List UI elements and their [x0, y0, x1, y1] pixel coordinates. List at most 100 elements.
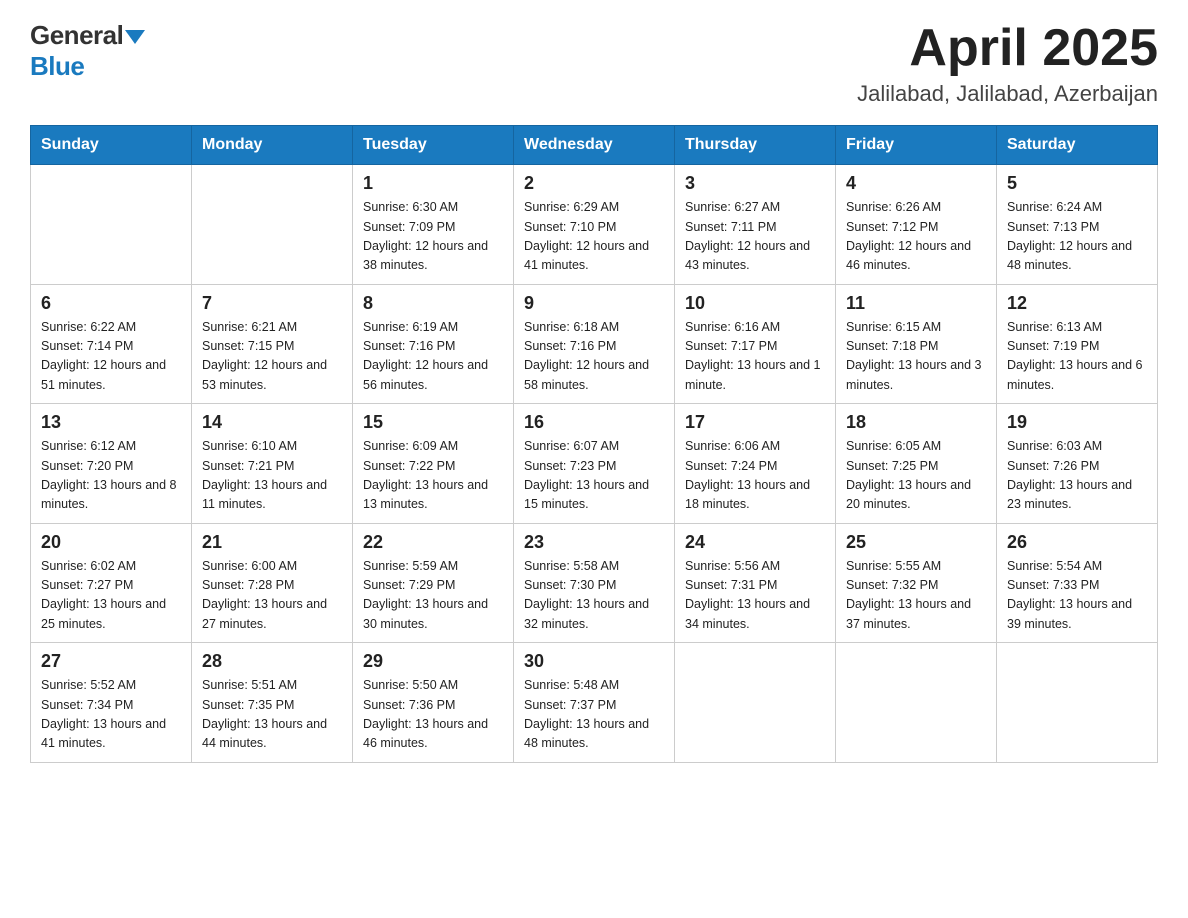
table-row: 4 Sunrise: 6:26 AMSunset: 7:12 PMDaylight… — [836, 165, 997, 285]
day-number: 4 — [846, 173, 986, 194]
day-number: 29 — [363, 651, 503, 672]
table-row: 22 Sunrise: 5:59 AMSunset: 7:29 PMDayligh… — [353, 523, 514, 643]
day-number: 12 — [1007, 293, 1147, 314]
day-number: 17 — [685, 412, 825, 433]
table-row: 23 Sunrise: 5:58 AMSunset: 7:30 PMDayligh… — [514, 523, 675, 643]
col-wednesday: Wednesday — [514, 126, 675, 165]
day-number: 21 — [202, 532, 342, 553]
calendar-week-row: 1Sunrise: 6:30 AMSunset: 7:09 PMDaylight… — [31, 165, 1158, 285]
day-info: Sunrise: 5:58 AMSunset: 7:30 PMDaylight:… — [524, 557, 664, 635]
table-row: 27 Sunrise: 5:52 AMSunset: 7:34 PMDayligh… — [31, 643, 192, 763]
day-info: Sunrise: 6:00 AMSunset: 7:28 PMDaylight:… — [202, 557, 342, 635]
day-number: 11 — [846, 293, 986, 314]
day-info: Sunrise: 5:54 AMSunset: 7:33 PMDaylight:… — [1007, 557, 1147, 635]
day-number: 16 — [524, 412, 664, 433]
table-row: 19 Sunrise: 6:03 AMSunset: 7:26 PMDayligh… — [997, 404, 1158, 524]
table-row: 20 Sunrise: 6:02 AMSunset: 7:27 PMDayligh… — [31, 523, 192, 643]
table-row — [31, 165, 192, 285]
table-row: 24 Sunrise: 5:56 AMSunset: 7:31 PMDayligh… — [675, 523, 836, 643]
day-number: 20 — [41, 532, 181, 553]
day-number: 10 — [685, 293, 825, 314]
page-header: General Blue April 2025 Jalilabad, Jalil… — [30, 20, 1158, 107]
table-row: 28Sunrise: 5:51 AMSunset: 7:35 PMDayligh… — [192, 643, 353, 763]
day-number: 8 — [363, 293, 503, 314]
day-info: Sunrise: 6:30 AMSunset: 7:09 PMDaylight:… — [363, 198, 503, 276]
calendar-header-row: Sunday Monday Tuesday Wednesday Thursday… — [31, 126, 1158, 165]
col-friday: Friday — [836, 126, 997, 165]
day-info: Sunrise: 6:22 AMSunset: 7:14 PMDaylight:… — [41, 318, 181, 396]
day-number: 27 — [41, 651, 181, 672]
table-row: 16 Sunrise: 6:07 AMSunset: 7:23 PMDayligh… — [514, 404, 675, 524]
table-row: 14Sunrise: 6:10 AMSunset: 7:21 PMDayligh… — [192, 404, 353, 524]
col-tuesday: Tuesday — [353, 126, 514, 165]
day-info: Sunrise: 5:50 AMSunset: 7:36 PMDaylight:… — [363, 676, 503, 754]
title-block: April 2025 Jalilabad, Jalilabad, Azerbai… — [857, 20, 1158, 107]
day-number: 25 — [846, 532, 986, 553]
table-row: 21 Sunrise: 6:00 AMSunset: 7:28 PMDayligh… — [192, 523, 353, 643]
day-info: Sunrise: 6:21 AMSunset: 7:15 PMDaylight:… — [202, 318, 342, 396]
day-info: Sunrise: 6:07 AMSunset: 7:23 PMDaylight:… — [524, 437, 664, 515]
day-info: Sunrise: 5:59 AMSunset: 7:29 PMDaylight:… — [363, 557, 503, 635]
day-info: Sunrise: 6:09 AMSunset: 7:22 PMDaylight:… — [363, 437, 503, 515]
day-info: Sunrise: 6:03 AMSunset: 7:26 PMDaylight:… — [1007, 437, 1147, 515]
day-number: 15 — [363, 412, 503, 433]
day-info: Sunrise: 6:15 AMSunset: 7:18 PMDaylight:… — [846, 318, 986, 396]
table-row — [997, 643, 1158, 763]
table-row: 6 Sunrise: 6:22 AMSunset: 7:14 PMDaylight… — [31, 284, 192, 404]
day-info: Sunrise: 6:27 AMSunset: 7:11 PMDaylight:… — [685, 198, 825, 276]
table-row: 5Sunrise: 6:24 AMSunset: 7:13 PMDaylight… — [997, 165, 1158, 285]
table-row: 11 Sunrise: 6:15 AMSunset: 7:18 PMDayligh… — [836, 284, 997, 404]
table-row: 18Sunrise: 6:05 AMSunset: 7:25 PMDayligh… — [836, 404, 997, 524]
table-row: 17 Sunrise: 6:06 AMSunset: 7:24 PMDayligh… — [675, 404, 836, 524]
calendar-table: Sunday Monday Tuesday Wednesday Thursday… — [30, 125, 1158, 763]
day-info: Sunrise: 6:02 AMSunset: 7:27 PMDaylight:… — [41, 557, 181, 635]
day-number: 28 — [202, 651, 342, 672]
day-number: 22 — [363, 532, 503, 553]
day-number: 24 — [685, 532, 825, 553]
day-number: 3 — [685, 173, 825, 194]
day-number: 26 — [1007, 532, 1147, 553]
day-number: 18 — [846, 412, 986, 433]
day-number: 6 — [41, 293, 181, 314]
day-info: Sunrise: 6:24 AMSunset: 7:13 PMDaylight:… — [1007, 198, 1147, 276]
day-info: Sunrise: 6:06 AMSunset: 7:24 PMDaylight:… — [685, 437, 825, 515]
day-info: Sunrise: 6:26 AMSunset: 7:12 PMDaylight:… — [846, 198, 986, 276]
table-row: 13Sunrise: 6:12 AMSunset: 7:20 PMDayligh… — [31, 404, 192, 524]
day-number: 14 — [202, 412, 342, 433]
day-info: Sunrise: 6:29 AMSunset: 7:10 PMDaylight:… — [524, 198, 664, 276]
table-row: 7Sunrise: 6:21 AMSunset: 7:15 PMDaylight… — [192, 284, 353, 404]
day-number: 19 — [1007, 412, 1147, 433]
day-info: Sunrise: 6:13 AMSunset: 7:19 PMDaylight:… — [1007, 318, 1147, 396]
table-row: 29 Sunrise: 5:50 AMSunset: 7:36 PMDayligh… — [353, 643, 514, 763]
table-row: 8 Sunrise: 6:19 AMSunset: 7:16 PMDaylight… — [353, 284, 514, 404]
col-sunday: Sunday — [31, 126, 192, 165]
day-number: 30 — [524, 651, 664, 672]
table-row: 10 Sunrise: 6:16 AMSunset: 7:17 PMDayligh… — [675, 284, 836, 404]
table-row: 30Sunrise: 5:48 AMSunset: 7:37 PMDayligh… — [514, 643, 675, 763]
table-row: 26 Sunrise: 5:54 AMSunset: 7:33 PMDayligh… — [997, 523, 1158, 643]
day-info: Sunrise: 5:55 AMSunset: 7:32 PMDaylight:… — [846, 557, 986, 635]
day-number: 9 — [524, 293, 664, 314]
calendar-title: April 2025 — [857, 20, 1158, 77]
table-row — [192, 165, 353, 285]
logo-general: General — [30, 20, 123, 51]
day-number: 23 — [524, 532, 664, 553]
day-info: Sunrise: 6:18 AMSunset: 7:16 PMDaylight:… — [524, 318, 664, 396]
day-info: Sunrise: 6:16 AMSunset: 7:17 PMDaylight:… — [685, 318, 825, 396]
calendar-week-row: 13Sunrise: 6:12 AMSunset: 7:20 PMDayligh… — [31, 404, 1158, 524]
day-number: 2 — [524, 173, 664, 194]
calendar-subtitle: Jalilabad, Jalilabad, Azerbaijan — [857, 81, 1158, 107]
day-info: Sunrise: 5:52 AMSunset: 7:34 PMDaylight:… — [41, 676, 181, 754]
table-row: 9 Sunrise: 6:18 AMSunset: 7:16 PMDaylight… — [514, 284, 675, 404]
logo-blue: Blue — [30, 51, 84, 82]
day-info: Sunrise: 6:19 AMSunset: 7:16 PMDaylight:… — [363, 318, 503, 396]
col-monday: Monday — [192, 126, 353, 165]
logo-triangle-icon — [125, 30, 145, 44]
table-row: 1Sunrise: 6:30 AMSunset: 7:09 PMDaylight… — [353, 165, 514, 285]
col-thursday: Thursday — [675, 126, 836, 165]
calendar-week-row: 27 Sunrise: 5:52 AMSunset: 7:34 PMDayligh… — [31, 643, 1158, 763]
table-row — [836, 643, 997, 763]
table-row: 25 Sunrise: 5:55 AMSunset: 7:32 PMDayligh… — [836, 523, 997, 643]
day-info: Sunrise: 5:56 AMSunset: 7:31 PMDaylight:… — [685, 557, 825, 635]
table-row: 2 Sunrise: 6:29 AMSunset: 7:10 PMDaylight… — [514, 165, 675, 285]
